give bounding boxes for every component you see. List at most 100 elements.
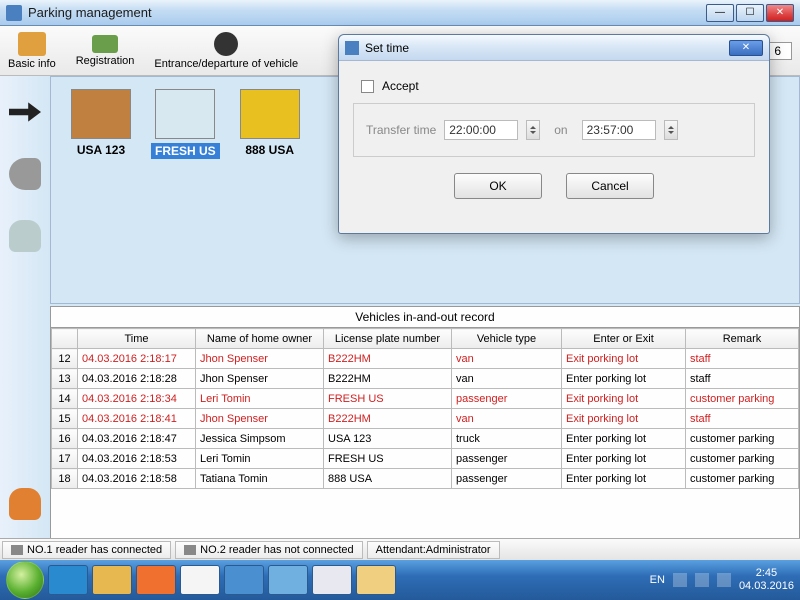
table-row[interactable]: 1804.03.2016 2:18:58Tatiana Tomin888 USA… [52, 469, 799, 489]
column-header[interactable]: Vehicle type [452, 329, 562, 349]
toolbar-label: Registration [76, 55, 135, 67]
toolbar-label: Basic info [8, 58, 56, 70]
cell: van [452, 369, 562, 389]
row-number: 17 [52, 449, 78, 469]
cell: 888 USA [324, 469, 452, 489]
clock[interactable]: 2:45 04.03.2016 [739, 567, 794, 593]
start-button[interactable] [6, 561, 44, 599]
dialog-titlebar: Set time ✕ [339, 35, 769, 61]
spinner-icon[interactable] [664, 120, 678, 140]
record-table: TimeName of home ownerLicense plate numb… [51, 328, 799, 489]
taskbar-media-icon[interactable] [136, 565, 176, 595]
vehicle-item-selected[interactable]: FRESH US [151, 89, 220, 291]
cell: B222HM [324, 409, 452, 429]
tray-network-icon[interactable] [695, 573, 709, 587]
vehicle-item[interactable]: USA 123 [71, 89, 131, 291]
row-number: 13 [52, 369, 78, 389]
cell: van [452, 349, 562, 369]
column-header[interactable]: License plate number [324, 329, 452, 349]
taskbar-explorer-icon[interactable] [92, 565, 132, 595]
status-bar: NO.1 reader has connected NO.2 reader ha… [0, 538, 800, 560]
cell: Jhon Spenser [196, 369, 324, 389]
ok-button[interactable]: OK [454, 173, 542, 199]
set-time-dialog: Set time ✕ Accept Transfer time 22:00:00… [338, 34, 770, 234]
accept-label: Accept [382, 79, 419, 93]
toolbar-entrance-departure[interactable]: Entrance/departure of vehicle [154, 32, 298, 70]
tray-volume-icon[interactable] [717, 573, 731, 587]
cell: Enter porking lot [562, 429, 686, 449]
lang-indicator[interactable]: EN [650, 574, 665, 586]
row-number: 14 [52, 389, 78, 409]
cell: passenger [452, 449, 562, 469]
cell: FRESH US [324, 449, 452, 469]
column-header[interactable]: Enter or Exit [562, 329, 686, 349]
transfer-time-input[interactable]: 22:00:00 [444, 120, 518, 140]
speaker-icon[interactable] [9, 158, 41, 190]
attendant-status: Attendant:Administrator [367, 541, 500, 559]
taskbar-chrome-icon[interactable] [180, 565, 220, 595]
cell: staff [686, 369, 799, 389]
table-row[interactable]: 1304.03.2016 2:18:28Jhon SpenserB222HMva… [52, 369, 799, 389]
cell: 04.03.2016 2:18:47 [78, 429, 196, 449]
vehicle-label: FRESH US [151, 143, 220, 159]
toolbar-registration[interactable]: Registration [76, 35, 135, 67]
maximize-button[interactable]: ☐ [736, 4, 764, 22]
cell: Exit porking lot [562, 389, 686, 409]
toolbar-label: Entrance/departure of vehicle [154, 58, 298, 70]
table-row[interactable]: 1204.03.2016 2:18:17Jhon SpenserB222HMva… [52, 349, 799, 369]
cell: Tatiana Tomin [196, 469, 324, 489]
vehicle-thumb [155, 89, 215, 139]
cell: customer parking [686, 469, 799, 489]
minimize-button[interactable]: — [706, 4, 734, 22]
person-icon[interactable] [9, 488, 41, 520]
cell: van [452, 409, 562, 429]
cancel-button[interactable]: Cancel [566, 173, 654, 199]
cell: 04.03.2016 2:18:28 [78, 369, 196, 389]
taskbar-paint-icon[interactable] [312, 565, 352, 595]
arrow-icon[interactable] [9, 96, 41, 128]
dialog-icon [345, 41, 359, 55]
dialog-title: Set time [365, 41, 729, 55]
cell: Jessica Simpsom [196, 429, 324, 449]
table-row[interactable]: 1604.03.2016 2:18:47Jessica SimpsomUSA 1… [52, 429, 799, 449]
table-row[interactable]: 1404.03.2016 2:18:34Leri TominFRESH USpa… [52, 389, 799, 409]
spinner-icon[interactable] [526, 120, 540, 140]
reader1-status: NO.1 reader has connected [2, 541, 171, 559]
row-number: 18 [52, 469, 78, 489]
cell: Enter porking lot [562, 469, 686, 489]
cell: Jhon Spenser [196, 349, 324, 369]
cell: passenger [452, 389, 562, 409]
cell: Jhon Spenser [196, 409, 324, 429]
cell: staff [686, 349, 799, 369]
window-titlebar: Parking management — ☐ ✕ [0, 0, 800, 26]
table-row[interactable]: 1704.03.2016 2:18:53Leri TominFRESH USpa… [52, 449, 799, 469]
taskbar-ie-icon[interactable] [48, 565, 88, 595]
system-tray: EN 2:45 04.03.2016 [650, 567, 794, 593]
cell: 04.03.2016 2:18:17 [78, 349, 196, 369]
taskbar-app-icon[interactable] [224, 565, 264, 595]
car-icon[interactable] [9, 220, 41, 252]
on-time-input[interactable]: 23:57:00 [582, 120, 656, 140]
tray-flag-icon[interactable] [673, 573, 687, 587]
vehicle-label: 888 USA [245, 143, 294, 157]
close-button[interactable]: ✕ [766, 4, 794, 22]
row-number: 15 [52, 409, 78, 429]
taskbar-write-icon[interactable] [356, 565, 396, 595]
transfer-time-label: Transfer time [366, 123, 436, 137]
dialog-close-button[interactable]: ✕ [729, 40, 763, 56]
time-fieldset: Transfer time 22:00:00 on 23:57:00 [353, 103, 755, 157]
column-header[interactable]: Name of home owner [196, 329, 324, 349]
accept-checkbox[interactable] [361, 80, 374, 93]
column-header[interactable]: Remark [686, 329, 799, 349]
app-icon [6, 5, 22, 21]
vehicle-label: USA 123 [77, 143, 125, 157]
column-header[interactable]: Time [78, 329, 196, 349]
cell: Exit porking lot [562, 349, 686, 369]
toolbar-basic-info[interactable]: Basic info [8, 32, 56, 70]
vehicle-item[interactable]: 888 USA [240, 89, 300, 291]
table-row[interactable]: 1504.03.2016 2:18:41Jhon SpenserB222HMva… [52, 409, 799, 429]
on-label: on [554, 123, 567, 137]
cell: customer parking [686, 429, 799, 449]
taskbar-app-icon[interactable] [268, 565, 308, 595]
cell: Leri Tomin [196, 389, 324, 409]
